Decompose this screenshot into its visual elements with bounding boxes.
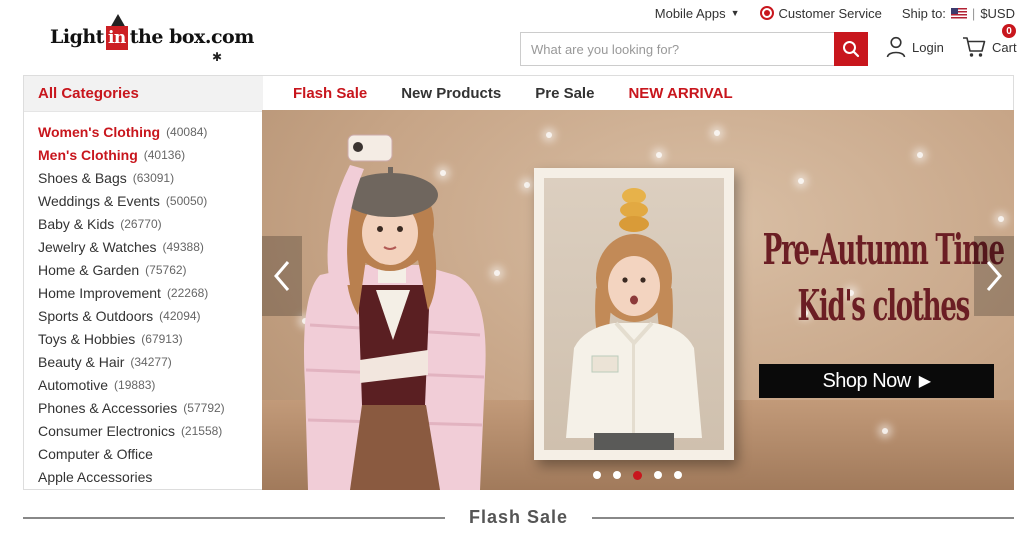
headset-icon xyxy=(759,6,774,20)
model-girl-image xyxy=(304,134,486,490)
top-links: Mobile Apps ▼ Customer Service Ship to: … xyxy=(655,5,1015,21)
us-flag-icon xyxy=(950,7,967,19)
search-button[interactable] xyxy=(834,32,868,66)
play-triangle-icon: ▶ xyxy=(918,373,931,390)
sparkle-decoration xyxy=(714,130,720,136)
category-item[interactable]: Baby & Kids (26770) xyxy=(24,212,263,235)
divider: | xyxy=(971,5,976,21)
category-item[interactable]: Home & Garden (75762) xyxy=(24,258,263,281)
category-item[interactable]: Women's Clothing (40084) xyxy=(24,120,263,143)
cart-link[interactable]: Cart 0 xyxy=(962,24,1017,58)
mobile-apps-link[interactable]: Mobile Apps ▼ xyxy=(655,6,740,21)
search-icon xyxy=(843,41,860,58)
photo-content xyxy=(544,178,724,450)
all-categories-header[interactable]: All Categories xyxy=(24,76,263,112)
cart-icon xyxy=(963,37,986,57)
logo-text: Light in the box.com xyxy=(50,26,254,50)
category-item[interactable]: Computer & Office xyxy=(24,442,263,465)
site-logo[interactable]: Light in the box.com ✱ xyxy=(48,14,254,64)
search-bar xyxy=(520,32,868,66)
category-item[interactable]: Jewelry & Watches (49388) xyxy=(24,235,263,258)
currency-label: $USD xyxy=(980,5,1015,21)
carousel-dot[interactable] xyxy=(613,471,621,479)
search-input[interactable] xyxy=(520,32,834,66)
carousel-prev-button[interactable] xyxy=(262,236,302,316)
main-nav: Flash Sale New Products Pre Sale NEW ARR… xyxy=(262,75,1014,111)
chevron-left-icon xyxy=(274,261,290,291)
cart-count-badge: 0 xyxy=(1002,24,1016,38)
sparkle-decoration xyxy=(524,182,530,188)
login-link[interactable]: Login xyxy=(886,36,944,58)
carousel-dot[interactable] xyxy=(654,471,662,479)
sparkle-decoration xyxy=(917,152,923,158)
category-item[interactable]: Beauty & Hair (34277) xyxy=(24,350,263,373)
flash-sale-heading: Flash Sale xyxy=(468,507,569,527)
section-divider-right xyxy=(592,517,1014,519)
category-item[interactable]: Toys & Hobbies (67913) xyxy=(24,327,263,350)
category-item[interactable]: Phones & Accessories (57792) xyxy=(24,396,263,419)
carousel-next-button[interactable] xyxy=(974,236,1014,316)
category-item[interactable]: Automotive (19883) xyxy=(24,373,263,396)
sparkle-decoration xyxy=(798,178,804,184)
tab-new-products[interactable]: New Products xyxy=(401,85,501,102)
tab-flash-sale[interactable]: Flash Sale xyxy=(293,85,367,102)
section-divider-left xyxy=(23,517,445,519)
carousel-dot[interactable] xyxy=(674,471,682,479)
ship-to-selector[interactable]: Ship to: | $USD xyxy=(902,6,1015,21)
carousel-dot[interactable] xyxy=(593,471,601,479)
caret-down-icon: ▼ xyxy=(730,8,740,18)
spider-icon: ✱ xyxy=(212,50,223,64)
shop-now-button[interactable]: Shop Now ▶ xyxy=(759,364,994,398)
category-item[interactable]: Shoes & Bags (63091) xyxy=(24,166,263,189)
carousel-dots xyxy=(593,470,682,480)
category-item[interactable]: Consumer Electronics (21558) xyxy=(24,419,263,442)
customer-service-link[interactable]: Customer Service xyxy=(759,6,882,21)
sparkle-decoration xyxy=(546,132,552,138)
tab-pre-sale[interactable]: Pre Sale xyxy=(535,85,594,102)
framed-photo xyxy=(534,168,734,460)
carousel-dot-active[interactable] xyxy=(633,470,642,480)
sparkle-decoration xyxy=(882,428,888,434)
category-item[interactable]: Home Improvement (22268) xyxy=(24,281,263,304)
category-item[interactable]: Sports & Outdoors (42094) xyxy=(24,304,263,327)
category-item[interactable]: Weddings & Events (50050) xyxy=(24,189,263,212)
category-item[interactable]: Men's Clothing (40136) xyxy=(24,143,263,166)
hero-banner[interactable]: Pre-Autumn Time Kid's clothes Shop Now ▶ xyxy=(262,110,1014,490)
sparkle-decoration xyxy=(656,152,662,158)
user-icon xyxy=(886,36,906,58)
category-item[interactable]: Apple Accessories xyxy=(24,465,263,488)
chevron-right-icon xyxy=(986,261,1002,291)
category-panel: All Categories Women's Clothing (40084) M… xyxy=(23,75,263,490)
tab-new-arrival[interactable]: NEW ARRIVAL xyxy=(628,85,732,102)
category-list: Women's Clothing (40084) Men's Clothing (4… xyxy=(24,112,263,488)
model-girl-fur-jacket-image xyxy=(566,188,702,450)
